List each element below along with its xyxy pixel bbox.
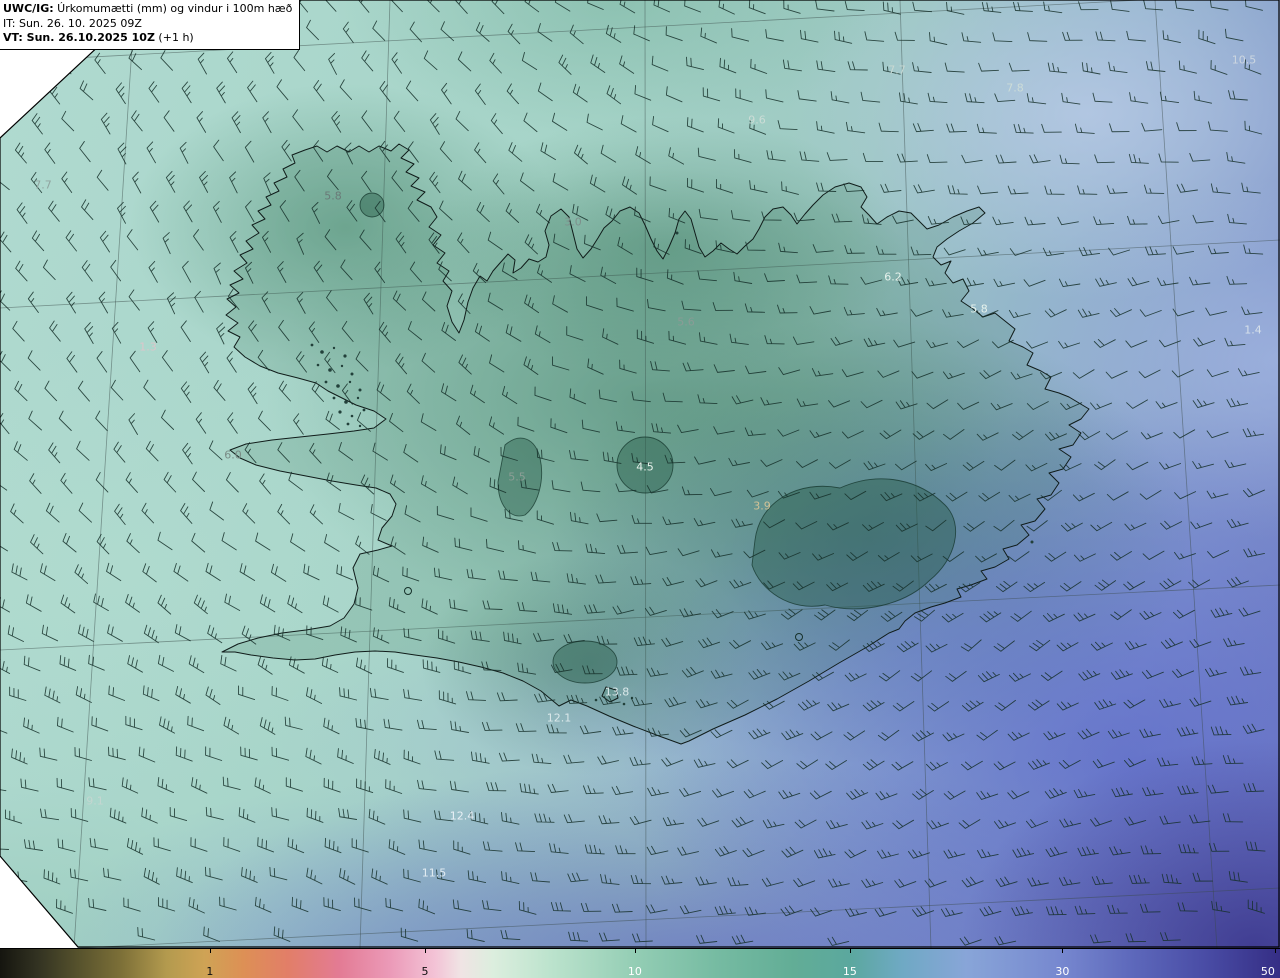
colorbar-tick-label: 50 (1260, 965, 1275, 978)
colorbar-tick-label: 5 (421, 965, 429, 978)
title-box: UWC/IG: Úrkomumætti (mm) og vindur i 100… (0, 0, 301, 50)
colorbar-tick-label: 30 (1055, 965, 1070, 978)
weather-map-app: 7.7 5.8 3.0 9.6 7.7 7.8 10.5 6.2 5.8 1.3 5.6 1.4 6.0… (0, 0, 1280, 978)
map-canvas: 7.7 5.8 3.0 9.6 7.7 7.8 10.5 6.2 5.8 1.3 5.6 1.4 6.0… (0, 0, 1280, 948)
colorbar-tick-mark (634, 949, 636, 953)
colorbar-tick-mark (849, 949, 851, 953)
colorbar-tick-mark (1274, 949, 1276, 953)
hofsjokull-glacier (616, 436, 674, 494)
lead-time: (+1 h) (154, 31, 194, 45)
colorbar-tick-label: 15 (842, 965, 857, 978)
colorbar-tick-label: 1 (206, 965, 214, 978)
model-name: UWC/IG: (3, 2, 54, 15)
map-overlay-svg (0, 0, 1280, 948)
colorbar-tick-label: 10 (627, 965, 642, 978)
valid-time-line: VT: Sun. 26.10.2025 10Z (+1 h) (3, 31, 292, 46)
map-title: Úrkomumætti (mm) og vindur i 100m hæð (53, 2, 293, 15)
drangajokull-glacier (359, 192, 385, 218)
colorbar-tick-mark (1062, 949, 1064, 953)
colorbar-tick-mark (209, 949, 211, 953)
title-line-model: UWC/IG: Úrkomumætti (mm) og vindur i 100… (3, 2, 292, 17)
myrdalsjokull-glacier (552, 640, 618, 684)
colorbar-tick-mark (424, 949, 426, 953)
valid-time: VT: Sun. 26.10.2025 10Z (3, 31, 155, 45)
colorbar: 1 5 10 15 30 50 (0, 948, 1280, 978)
init-time: IT: Sun. 26. 10. 2025 09Z (3, 16, 142, 30)
